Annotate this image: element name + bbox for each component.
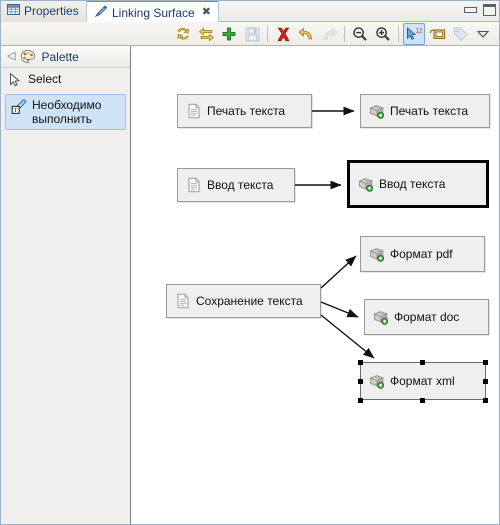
document-icon [186,177,202,193]
two-arrows-cycle-icon [175,26,192,42]
node-format-doc[interactable]: Формат doc [364,299,489,335]
editor-body: ◁ Palette Select T Необходимо выполнить … [0,46,500,525]
node-label: Формат xml [390,374,455,388]
node-format-xml[interactable]: Формат xml [360,362,486,400]
connection-n5-n6 [320,255,357,289]
connection-n5-n7 [320,301,359,318]
node-label: Сохранение текста [196,294,303,308]
resize-handle-nw[interactable] [358,360,363,365]
minimize-icon[interactable] [464,7,477,13]
node-format-pdf[interactable]: Формат pdf [360,236,485,272]
arrows-left-right-icon [198,26,215,42]
node-label: Ввод текста [379,177,446,191]
undo-arrow-icon [298,26,315,42]
palette-panel: ◁ Palette Select T Необходимо выполнить [1,46,131,525]
tab-linking-surface-label: Linking Surface [112,5,195,20]
zoom-in-button[interactable] [372,23,394,45]
magnifier-plus-icon [375,26,391,42]
node-vvod-teksta-source[interactable]: Ввод текста [177,168,295,202]
chevron-down-icon [476,28,490,40]
arrange-all-button[interactable] [172,23,194,45]
green-plus-icon [221,26,237,42]
show-numbers-button[interactable]: 12 [403,23,425,45]
cursor-arrow-icon [7,72,23,88]
floppy-disk-icon [245,27,260,42]
resize-handle-se[interactable] [483,398,488,403]
node-vvod-teksta-target[interactable]: Ввод текста [347,160,489,208]
save-button[interactable] [241,23,263,45]
palette-item-select[interactable]: Select [1,68,130,92]
tab-properties[interactable]: Properties [0,0,87,22]
document-icon [186,103,202,119]
node-sohranenie-teksta[interactable]: Сохранение текста [166,284,321,318]
resize-handle-s[interactable] [420,398,425,403]
palette-collapse-icon[interactable]: ◁ [7,51,15,62]
node-pechat-teksta-target[interactable]: Печать текста [360,94,490,128]
undo-button[interactable] [295,23,317,45]
delete-button[interactable] [272,23,294,45]
close-icon[interactable]: ✖ [202,7,211,18]
arrange-selection-button[interactable] [195,23,217,45]
palette-icon [20,49,36,65]
toolbar-separator [344,26,345,42]
node-label: Формат doc [394,310,460,324]
linking-surface-pen-icon [94,4,108,21]
frame-button[interactable] [426,23,448,45]
package-plus-icon [369,103,385,119]
framed-picture-icon [429,26,446,42]
node-label: Печать текста [207,104,286,118]
palette-item-select-label: Select [28,72,62,86]
pen-tool-t-icon: T [11,98,27,114]
package-plus-icon [369,373,385,389]
resize-handle-ne[interactable] [483,360,488,365]
toolbar-separator [398,26,399,42]
redo-button[interactable] [318,23,340,45]
package-plus-icon [373,309,389,325]
document-icon [175,293,191,309]
tab-linking-surface[interactable]: Linking Surface ✖ [86,0,219,23]
toolbar: 12 [0,22,500,46]
properties-table-icon [7,3,20,19]
red-x-icon [276,27,291,42]
svg-text:12: 12 [416,27,423,34]
redo-arrow-icon [321,26,338,42]
resize-handle-w[interactable] [358,379,363,384]
node-label: Ввод текста [207,178,274,192]
toolbar-items: 12 [172,22,494,46]
node-label: Печать текста [390,104,469,118]
node-label: Формат pdf [390,247,453,261]
magnifier-minus-icon [352,26,368,42]
resize-handle-sw[interactable] [358,398,363,403]
palette-header: ◁ Palette [1,46,130,68]
tag-button[interactable] [449,23,471,45]
linking-surface-window: Properties Linking Surface ✖ 12 ◁ Palett… [0,0,500,525]
package-plus-icon [358,176,374,192]
maximize-icon[interactable] [483,4,496,16]
palette-title: Palette [41,49,79,64]
svg-text:T: T [14,107,18,114]
cursor-12-icon: 12 [405,26,423,42]
palette-item-neobhodimo-vypolnit[interactable]: T Необходимо выполнить [5,94,126,130]
node-pechat-teksta-source[interactable]: Печать текста [177,94,312,128]
add-button[interactable] [218,23,240,45]
resize-handle-n[interactable] [420,360,425,365]
toolbar-overflow-button[interactable] [472,23,494,45]
tag-icon [452,26,469,42]
window-buttons [464,4,496,16]
tab-bar: Properties Linking Surface ✖ [0,0,500,23]
zoom-out-button[interactable] [349,23,371,45]
toolbar-separator [267,26,268,42]
palette-item-neobhodimo-vypolnit-label: Необходимо выполнить [32,98,102,126]
tab-properties-label: Properties [24,4,79,18]
package-plus-icon [369,246,385,262]
diagram-canvas[interactable]: Печать текста Печать текста Ввод текста … [132,46,499,525]
resize-handle-e[interactable] [483,379,488,384]
